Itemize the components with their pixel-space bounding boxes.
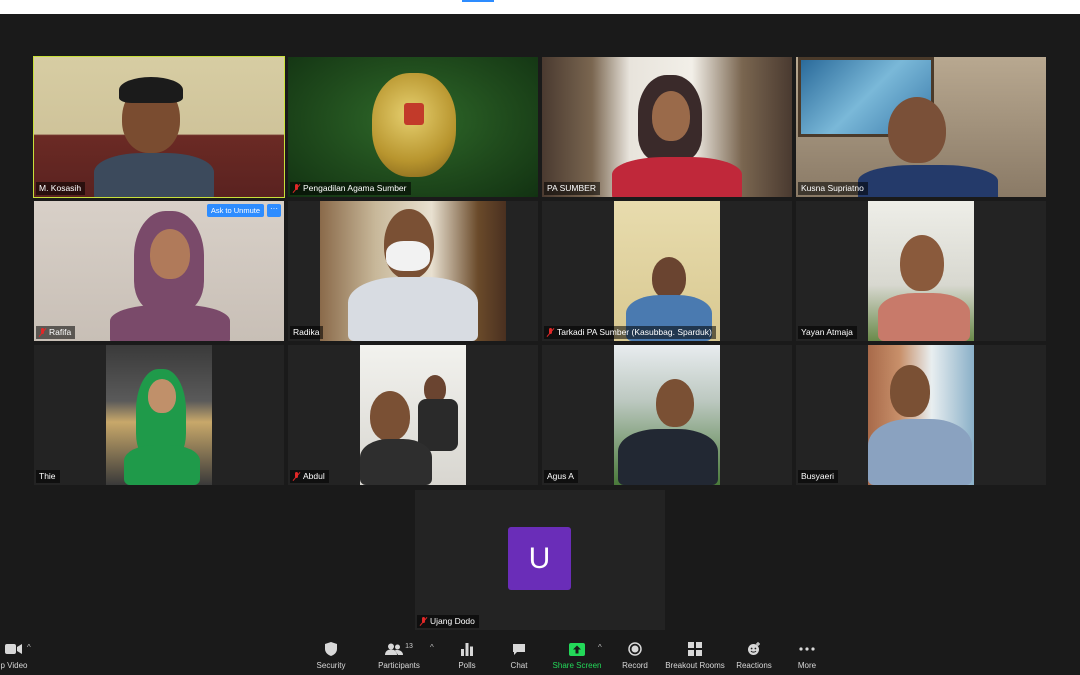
share-options-caret[interactable]: ^: [598, 643, 602, 652]
participants-icon: 13: [385, 640, 413, 658]
participants-options-caret[interactable]: ^: [430, 643, 434, 652]
record-icon: [628, 640, 642, 658]
video-tile-busyaeri[interactable]: Busyaeri: [796, 345, 1046, 485]
participant-face: [888, 97, 946, 163]
nametag: Tarkadi PA Sumber (Kasubbag. Sparduk): [544, 326, 716, 339]
participant-face: [656, 379, 694, 427]
video-tile-radika[interactable]: Radika: [288, 201, 538, 341]
nametag: Kusna Supriatno: [798, 182, 868, 195]
video-tile-tarkadi[interactable]: Tarkadi PA Sumber (Kasubbag. Sparduk): [542, 201, 792, 341]
nametag: PA SUMBER: [544, 182, 600, 195]
reactions-button[interactable]: Reactions: [736, 640, 772, 674]
video-tile-kusna[interactable]: Kusna Supriatno: [796, 57, 1046, 197]
video-tile-agus[interactable]: Agus A: [542, 345, 792, 485]
participant-body: [612, 157, 742, 197]
share-screen-icon: [569, 640, 585, 658]
hair: [119, 77, 183, 103]
face-mask: [386, 241, 430, 271]
nametag: Radika: [290, 326, 324, 339]
participant-face: [900, 235, 944, 291]
video-tile-pa-sumber[interactable]: PA SUMBER: [542, 57, 792, 197]
participant-face: [652, 257, 686, 299]
more-button[interactable]: More: [792, 640, 822, 674]
participant-body: [868, 419, 972, 485]
court-emblem-logo: [372, 73, 456, 177]
chat-bubble-icon: [512, 640, 526, 658]
video-tile-abdul[interactable]: Abdul: [288, 345, 538, 485]
muted-mic-icon: [293, 184, 300, 193]
nametag: M. Kosasih: [36, 182, 86, 195]
meeting-toolbar: p Video ^ Security 13 Participants ^ Pol…: [0, 634, 1080, 675]
smiley-plus-icon: [747, 640, 761, 658]
more-dots-icon: [799, 640, 815, 658]
participant-body: [348, 277, 478, 341]
participant-face: [890, 365, 930, 417]
participant-face: [652, 91, 690, 141]
participant-face: [150, 229, 190, 279]
breakout-rooms-icon: [688, 640, 702, 658]
muted-mic-icon: [39, 328, 46, 337]
participant-body: [858, 165, 998, 197]
breakout-rooms-button[interactable]: Breakout Rooms: [665, 640, 725, 674]
avatar: U: [508, 527, 571, 590]
participant-body: [618, 429, 718, 485]
video-tile-m-kosasih[interactable]: M. Kosasih: [33, 56, 285, 198]
participant-body: [110, 305, 230, 341]
nametag: Agus A: [544, 470, 578, 483]
tile-more-button[interactable]: ···: [267, 204, 281, 217]
video-tile-ujang-dodo[interactable]: U Ujang Dodo: [415, 490, 665, 630]
nametag: Abdul: [290, 470, 329, 483]
participant-body: [360, 439, 432, 485]
nametag: Pengadilan Agama Sumber: [290, 182, 411, 195]
window-top-strip: [0, 0, 1080, 14]
second-person-body: [418, 399, 458, 451]
gallery-view: M. Kosasih Pengadilan Agama Sumber PA SU…: [0, 14, 1080, 634]
nametag: Yayan Atmaja: [798, 326, 857, 339]
video-tile-rafifa[interactable]: Ask to Unmute ··· Rafifa: [34, 201, 284, 341]
video-tile-yayan[interactable]: Yayan Atmaja: [796, 201, 1046, 341]
shield-icon: [325, 640, 337, 658]
chat-button[interactable]: Chat: [504, 640, 534, 674]
muted-mic-icon: [293, 472, 300, 481]
muted-mic-icon: [420, 617, 427, 626]
participants-button[interactable]: 13 Participants: [375, 640, 423, 674]
participants-count: 13: [405, 642, 413, 650]
security-button[interactable]: Security: [311, 640, 351, 674]
participant-body: [124, 445, 200, 485]
ask-to-unmute-button[interactable]: Ask to Unmute: [206, 204, 264, 217]
video-options-caret[interactable]: ^: [27, 643, 31, 652]
muted-mic-icon: [547, 328, 554, 337]
participant-body: [94, 153, 214, 197]
share-screen-button[interactable]: Share Screen: [553, 640, 601, 674]
participant-face: [370, 391, 410, 441]
video-tile-pengadilan[interactable]: Pengadilan Agama Sumber: [288, 57, 538, 197]
nametag: Ujang Dodo: [417, 615, 479, 628]
top-accent: [462, 0, 494, 2]
video-camera-icon: [5, 640, 23, 658]
nametag: Rafifa: [36, 326, 76, 339]
polls-icon: [461, 640, 473, 658]
participant-body: [878, 293, 970, 341]
participant-face: [148, 379, 176, 413]
nametag: Thie: [36, 470, 60, 483]
video-tile-thie[interactable]: Thie: [34, 345, 284, 485]
record-button[interactable]: Record: [620, 640, 650, 674]
emblem-shield: [404, 103, 424, 125]
nametag: Busyaeri: [798, 470, 839, 483]
polls-button[interactable]: Polls: [452, 640, 482, 674]
